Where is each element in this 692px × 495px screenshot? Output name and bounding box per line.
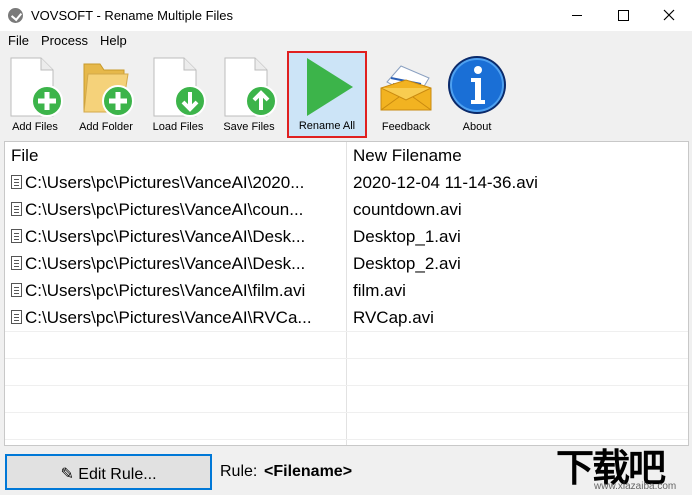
file-path-cell: C:\Users\pc\Pictures\VanceAI\2020...	[11, 169, 341, 196]
menu-file[interactable]: File	[8, 33, 29, 48]
add-folder-icon	[83, 63, 134, 117]
save-files-icon	[224, 57, 277, 117]
title-bar: VOVSOFT - Rename Multiple Files	[0, 0, 692, 31]
column-header-new-filename[interactable]: New Filename	[347, 142, 687, 169]
feedback-button[interactable]: Feedback	[376, 52, 436, 136]
rename-all-label: Rename All	[298, 120, 356, 132]
close-button[interactable]	[646, 0, 692, 31]
menu-process[interactable]: Process	[41, 33, 88, 48]
new-filename-cell: 2020-12-04 11-14-36.avi	[353, 173, 538, 192]
info-icon	[448, 56, 506, 114]
envelope-icon	[380, 65, 432, 111]
file-path-cell: C:\Users\pc\Pictures\VanceAI\RVCa...	[11, 304, 341, 331]
feedback-label: Feedback	[381, 121, 431, 133]
window-title: VOVSOFT - Rename Multiple Files	[31, 8, 234, 23]
about-button[interactable]: About	[446, 52, 508, 136]
maximize-button[interactable]	[600, 0, 646, 31]
new-filename-cell: Desktop_1.avi	[353, 227, 461, 246]
play-icon	[307, 58, 353, 116]
file-icon	[11, 283, 22, 297]
new-filename-cell: Desktop_2.avi	[353, 254, 461, 273]
watermark-url: www.xiazaiba.com	[594, 481, 677, 492]
add-files-button[interactable]: Add Files	[4, 52, 66, 136]
rule-label: Rule:	[220, 463, 258, 480]
watermark-logo: 下载吧 www.xiazaiba.com	[556, 437, 692, 495]
rule-value: <Filename>	[264, 463, 353, 480]
list-header: File New Filename	[5, 142, 688, 169]
table-row[interactable]: C:\Users\pc\Pictures\VanceAI\coun... cou…	[5, 196, 688, 223]
edit-rule-button[interactable]: ✎ Edit Rule...	[5, 454, 212, 490]
new-filename-cell: countdown.avi	[353, 200, 462, 219]
table-row[interactable]: C:\Users\pc\Pictures\VanceAI\2020... 202…	[5, 169, 688, 196]
load-files-label: Load Files	[152, 121, 204, 133]
add-folder-button[interactable]: Add Folder	[74, 52, 138, 136]
new-filename-cell: film.avi	[353, 281, 406, 300]
table-row[interactable]: C:\Users\pc\Pictures\VanceAI\RVCa... RVC…	[5, 304, 688, 331]
add-file-icon	[10, 57, 63, 117]
load-files-icon	[153, 57, 206, 117]
app-icon	[8, 8, 23, 23]
save-files-label: Save Files	[223, 121, 275, 133]
file-path-cell: C:\Users\pc\Pictures\VanceAI\coun...	[11, 196, 341, 223]
about-label: About	[462, 121, 492, 133]
new-filename-cell: RVCap.avi	[353, 308, 434, 327]
file-path-cell: C:\Users\pc\Pictures\VanceAI\Desk...	[11, 223, 341, 250]
grid-line	[5, 385, 688, 386]
add-files-label: Add Files	[12, 121, 58, 133]
file-icon	[11, 310, 22, 324]
close-icon	[663, 9, 675, 21]
table-row[interactable]: C:\Users\pc\Pictures\VanceAI\Desk... Des…	[5, 223, 688, 250]
file-icon	[11, 202, 22, 216]
load-files-button[interactable]: Load Files	[146, 52, 210, 136]
file-list[interactable]: File New Filename C:\Users\pc\Pictures\V…	[4, 141, 689, 446]
table-row[interactable]: C:\Users\pc\Pictures\VanceAI\Desk... Des…	[5, 250, 688, 277]
rename-all-button[interactable]: Rename All	[287, 51, 367, 138]
grid-line	[5, 412, 688, 413]
edit-rule-label: ✎ Edit Rule...	[60, 466, 157, 483]
column-header-file[interactable]: File	[5, 142, 347, 169]
file-path-cell: C:\Users\pc\Pictures\VanceAI\film.avi	[11, 277, 341, 304]
table-row[interactable]: C:\Users\pc\Pictures\VanceAI\film.avi fi…	[5, 277, 688, 304]
file-path-cell: C:\Users\pc\Pictures\VanceAI\Desk...	[11, 250, 341, 277]
add-folder-label: Add Folder	[79, 121, 133, 133]
menu-help[interactable]: Help	[100, 33, 127, 48]
file-icon	[11, 175, 22, 189]
menu-bar: File Process Help	[0, 31, 692, 50]
file-icon	[11, 229, 22, 243]
toolbar: Add Files Add Folder Load Files Save Fil…	[0, 50, 692, 139]
save-files-button[interactable]: Save Files	[218, 52, 280, 136]
minimize-button[interactable]	[554, 0, 600, 31]
grid-line	[5, 331, 688, 332]
grid-line	[5, 358, 688, 359]
file-icon	[11, 256, 22, 270]
